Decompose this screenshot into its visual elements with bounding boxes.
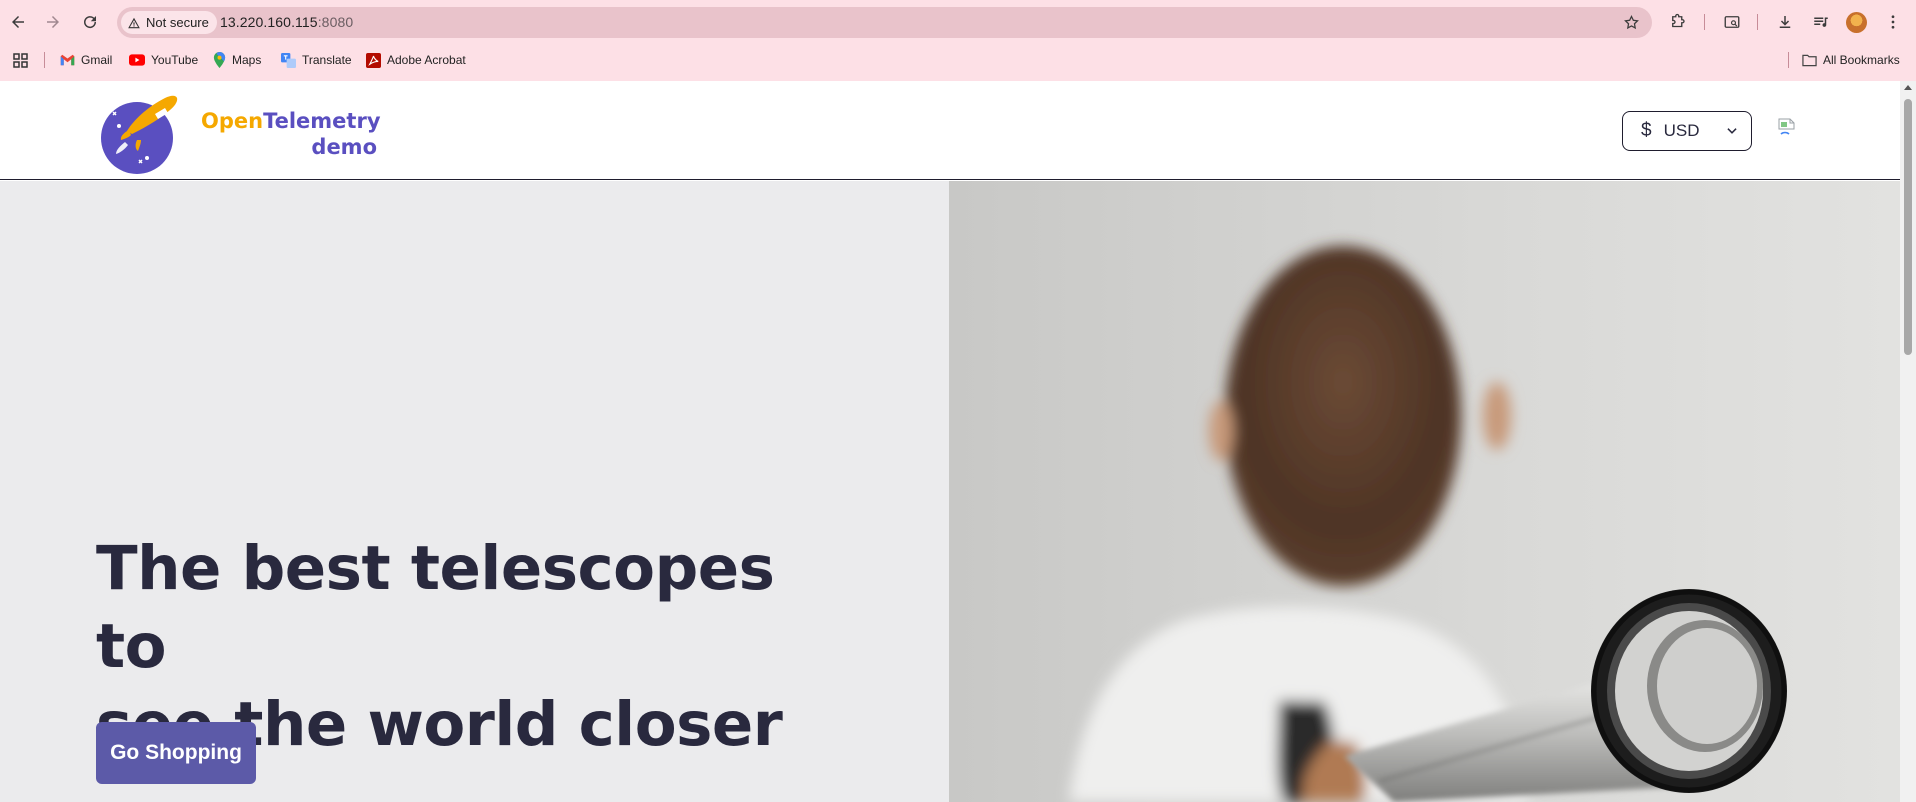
all-bookmarks-button[interactable]: All Bookmarks (1802, 50, 1900, 70)
chevron-down-icon (1727, 128, 1737, 134)
bookmark-label: YouTube (151, 53, 199, 67)
reload-button[interactable] (78, 10, 102, 34)
profile-avatar[interactable] (1846, 12, 1867, 33)
media-button[interactable] (1810, 11, 1832, 33)
download-icon (1779, 16, 1791, 28)
acrobat-icon (366, 52, 381, 68)
bookmark-gmail[interactable]: Gmail (60, 50, 112, 70)
menu-button[interactable] (1882, 11, 1904, 33)
hero-image (949, 181, 1900, 802)
security-chip[interactable]: Not secure (121, 11, 217, 34)
bookmark-star-icon[interactable] (1623, 14, 1640, 31)
warning-icon (128, 17, 140, 28)
site-header: OpenTelemetry demo $ USD (0, 81, 1900, 180)
bookmark-label: Gmail (81, 53, 113, 67)
url-host: 13.220.160.115 (220, 14, 318, 30)
url-port: :8080 (317, 14, 354, 30)
gmail-icon (60, 54, 75, 66)
bookmark-label: Translate (302, 53, 352, 67)
scroll-up-arrow-icon[interactable] (1904, 85, 1912, 90)
currency-symbol: $ (1641, 120, 1652, 141)
toolbar-divider (1757, 14, 1758, 30)
bookmark-maps[interactable]: Maps (213, 50, 261, 70)
hero-text-panel: The best telescopes to see the world clo… (0, 181, 949, 802)
apps-button[interactable] (13, 50, 28, 70)
reload-icon (84, 16, 97, 29)
downloads-button[interactable] (1774, 11, 1796, 33)
address-bar[interactable]: Not secure 13.220.160.115:8080 (117, 7, 1652, 38)
arrow-right-icon (47, 16, 59, 28)
all-bookmarks-label: All Bookmarks (1823, 53, 1900, 67)
security-label: Not secure (146, 15, 209, 30)
browser-chrome: Not secure 13.220.160.115:8080 Gmail You… (0, 0, 1916, 81)
web-page: OpenTelemetry demo $ USD The best telesc… (0, 81, 1900, 802)
go-shopping-button[interactable]: Go Shopping (96, 722, 256, 784)
hero-title-line1: The best telescopes to (96, 533, 775, 682)
media-queue-icon (1814, 17, 1828, 27)
url-text[interactable]: 13.220.160.115:8080 (220, 14, 353, 30)
bookmarks-divider (44, 52, 45, 68)
arrow-left-icon (12, 16, 24, 28)
back-button[interactable] (6, 10, 30, 34)
logo-telemetry: Telemetry (263, 109, 381, 133)
page-scrollbar[interactable] (1900, 81, 1916, 802)
bookmark-label: Adobe Acrobat (387, 53, 466, 67)
logo-demo: demo (311, 135, 377, 159)
currency-code: USD (1663, 121, 1700, 140)
logo-open: Open (201, 109, 264, 133)
folder-icon (1802, 54, 1817, 66)
bookmark-acrobat[interactable]: Adobe Acrobat (366, 50, 466, 70)
scrollbar-thumb[interactable] (1904, 99, 1912, 355)
kebab-menu-icon (1891, 15, 1895, 29)
extensions-button[interactable] (1667, 11, 1689, 33)
bookmark-label: Maps (232, 53, 262, 67)
rocket-moon-logo-icon (101, 95, 178, 174)
puzzle-icon (1672, 13, 1685, 28)
toolbar-divider (1704, 14, 1705, 30)
child-with-telescope-image (949, 181, 1900, 802)
logo-wordmark: OpenTelemetry demo (201, 108, 381, 160)
tab-search-icon (1724, 16, 1740, 28)
translate-icon (281, 52, 296, 68)
bookmark-youtube[interactable]: YouTube (129, 50, 198, 70)
forward-button[interactable] (41, 10, 65, 34)
currency-select[interactable]: $ USD (1622, 111, 1752, 151)
browser-toolbar: Not secure 13.220.160.115:8080 (0, 0, 1916, 44)
hero-banner: The best telescopes to see the world clo… (0, 181, 1900, 802)
youtube-icon (129, 54, 145, 66)
bookmark-translate[interactable]: Translate (281, 50, 352, 70)
apps-grid-icon (13, 52, 28, 68)
opentelemetry-demo-logo[interactable]: OpenTelemetry demo (97, 86, 381, 176)
search-tabs-button[interactable] (1721, 11, 1743, 33)
maps-icon (213, 52, 226, 68)
bookmarks-divider (1788, 52, 1789, 68)
bookmarks-bar: Gmail YouTube Maps Translate Adobe Acrob… (0, 46, 1916, 74)
cart-icon[interactable] (1778, 118, 1796, 140)
